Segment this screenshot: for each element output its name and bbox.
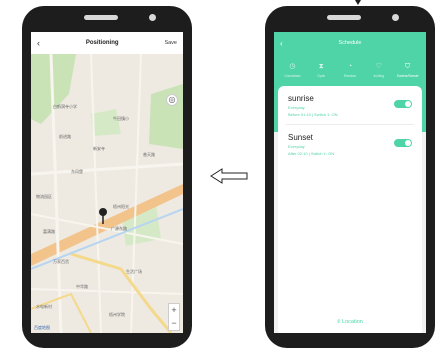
speaker (84, 15, 118, 20)
tab-label: Inching (373, 74, 384, 78)
map-label: 牛田镇小 (113, 116, 129, 121)
map-label: 白鹤洞寺小学 (53, 104, 77, 109)
tab-label: Sunrise/Sunset (396, 74, 419, 78)
page-title: Schedule (338, 40, 362, 46)
arrow-left-icon (210, 168, 248, 184)
map-label: 广源东路 (111, 226, 127, 231)
map-label: 万家百货 (53, 259, 69, 264)
page-title: Positioning (85, 40, 119, 46)
positioning-screen: ‹ Positioning Save 白鹤洞寺小学 前进路 牛田镇小 新安寺 普… (31, 32, 183, 333)
map-label: 普天路 (143, 152, 155, 157)
tab-label: Countdown (284, 74, 301, 78)
chevron-left-icon[interactable]: ‹ (280, 39, 283, 48)
location-button[interactable]: ⌾ Location (278, 319, 422, 326)
list-item[interactable]: sunrise Everyday Before 01:10 | Switch 1… (278, 86, 422, 124)
camera (392, 14, 399, 21)
schedule-list: sunrise Everyday Before 01:10 | Switch 1… (278, 86, 422, 333)
map-label: 新安寺 (93, 146, 105, 151)
tab-random[interactable]: ◔ Random (336, 62, 364, 78)
map-view[interactable]: 白鹤洞寺小学 前进路 牛田镇小 新安寺 普天路 东风堡 物流园区 梧州阳光 广源… (31, 54, 183, 333)
map-label: 前进路 (59, 134, 71, 139)
positioning-header: ‹ Positioning Save (31, 32, 183, 54)
map-label: 中华路 (76, 284, 88, 289)
location-label: Location (342, 319, 363, 325)
clock-icon: ◷ (289, 63, 296, 70)
tab-countdown[interactable]: ◷ Countdown (278, 62, 306, 78)
item-repeat: Everyday (288, 144, 305, 149)
timer-icon: ◔ (347, 63, 353, 70)
map-label: 物流园区 (36, 194, 52, 199)
chevron-left-icon[interactable]: ‹ (37, 38, 40, 48)
shield-icon: ⛉ (404, 63, 411, 70)
enable-toggle[interactable] (394, 100, 412, 108)
hourglass-icon: ⧗ (318, 63, 324, 70)
tab-inching[interactable]: ♡ Inching (365, 62, 393, 78)
zoom-control[interactable]: + − (168, 303, 180, 331)
tab-cycle[interactable]: ⧗ Cycle (307, 62, 335, 78)
map-attribution: 百度地图 (34, 325, 50, 330)
tab-label: Random (343, 74, 357, 78)
tab-sunrise-sunset[interactable]: ⛉ Sunrise/Sunset (394, 62, 422, 78)
tab-label: Cycle (317, 74, 326, 78)
location-pin-icon: ⌾ (337, 319, 341, 325)
map-label: 富满路 (43, 229, 55, 234)
item-detail: After 02:10 | Switch 1: ON (288, 151, 335, 156)
item-detail: Before 01:10 | Switch 1: ON (288, 112, 338, 117)
phone-positioning: ‹ Positioning Save 白鹤洞寺小学 前进路 牛田镇小 新安寺 普… (22, 6, 192, 348)
pointer-marker (355, 0, 361, 5)
schedule-tabs: ◷ Countdown ⧗ Cycle ◔ Random ♡ Inching ⛉ (274, 62, 426, 78)
enable-toggle[interactable] (394, 139, 412, 147)
heart-icon: ♡ (375, 63, 382, 70)
map-label: 梧州学院 (109, 312, 125, 317)
speaker (327, 15, 361, 20)
schedule-topbar: ‹ Schedule (274, 32, 426, 54)
item-repeat: Everyday (288, 105, 305, 110)
schedule-screen: ‹ Schedule ◷ Countdown ⧗ Cycle ◔ Random … (274, 32, 426, 333)
map-label: 梧州阳光 (113, 204, 129, 209)
map-label: 水电新村 (36, 304, 52, 309)
map-label: 东风堡 (71, 169, 83, 174)
list-item[interactable]: Sunset Everyday After 02:10 | Switch 1: … (278, 125, 422, 163)
map-graphic (31, 54, 183, 333)
phone-schedule: ‹ Schedule ◷ Countdown ⧗ Cycle ◔ Random … (265, 6, 435, 348)
camera (149, 14, 156, 21)
map-label: 生活广场 (126, 269, 142, 274)
save-button[interactable]: Save (164, 40, 177, 46)
locate-icon[interactable]: ◎ (166, 94, 178, 106)
